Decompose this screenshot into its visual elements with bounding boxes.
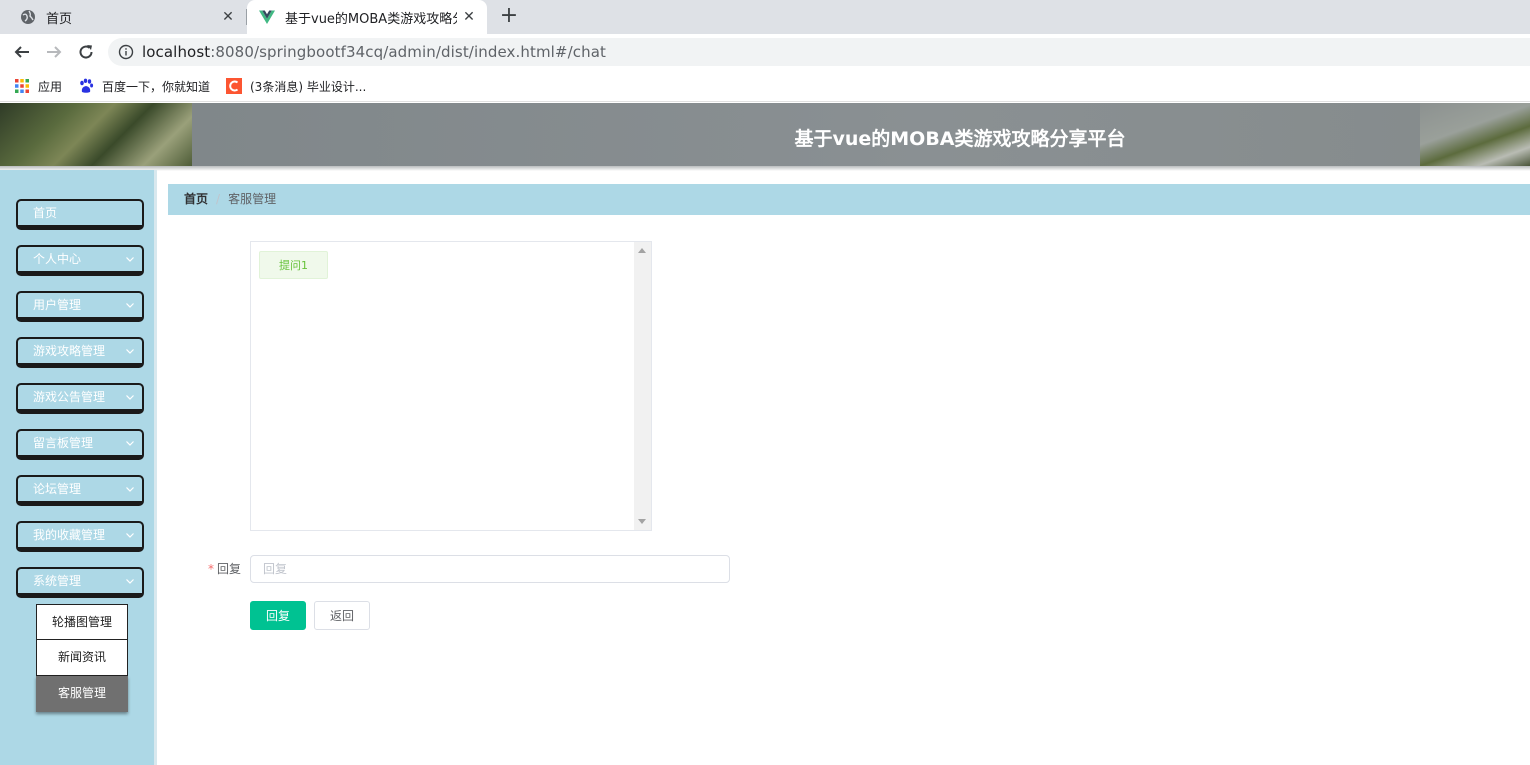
breadcrumb-current: 客服管理 bbox=[228, 192, 277, 206]
info-icon[interactable] bbox=[118, 44, 134, 60]
vue-logo-icon bbox=[259, 10, 275, 24]
forward-arrow-icon[interactable] bbox=[42, 40, 66, 64]
close-icon[interactable]: ✕ bbox=[220, 9, 236, 25]
scroll-up-arrow-icon[interactable] bbox=[638, 248, 646, 253]
chevron-down-icon bbox=[126, 349, 134, 354]
breadcrumb-home-link[interactable]: 首页 bbox=[184, 192, 208, 206]
bookmark-apps[interactable]: 应用 bbox=[14, 76, 62, 96]
bookmark-csdn[interactable]: (3条消息) 毕业设计... bbox=[226, 76, 366, 96]
scroll-down-arrow-icon[interactable] bbox=[638, 519, 646, 524]
browser-tab-bar: 首页 ✕ 基于vue的MOBA类游戏攻略分享平台 ✕ + bbox=[0, 0, 1530, 34]
chevron-down-icon bbox=[126, 533, 134, 538]
new-tab-plus-icon[interactable]: + bbox=[498, 5, 520, 28]
chevron-down-icon bbox=[126, 395, 134, 400]
omnibox[interactable]: localhost:8080/springbootf34cq/admin/dis… bbox=[108, 38, 1530, 66]
system-management-submenu: 轮播图管理 新闻资讯 客服管理 bbox=[36, 604, 128, 712]
back-button[interactable]: 返回 bbox=[314, 601, 370, 630]
required-mark: * bbox=[207, 562, 214, 576]
reply-label-text: 回复 bbox=[216, 562, 241, 576]
submenu-item-news[interactable]: 新闻资讯 bbox=[36, 640, 128, 676]
reload-icon[interactable] bbox=[74, 40, 98, 64]
sidebar-item-forum-management[interactable]: 论坛管理 bbox=[16, 475, 144, 506]
reply-input[interactable] bbox=[250, 555, 730, 583]
menu-label: 我的收藏管理 bbox=[33, 528, 106, 542]
bookmarks-bar: 应用 百度一下，你就知道 (3条消息) 毕业设计... bbox=[0, 70, 1530, 102]
back-arrow-icon[interactable] bbox=[10, 40, 34, 64]
chevron-down-icon bbox=[126, 487, 134, 492]
header-shadow bbox=[0, 166, 1530, 171]
reply-form-row: * 回复 bbox=[200, 555, 730, 583]
submenu-item-carousel-management[interactable]: 轮播图管理 bbox=[36, 604, 128, 640]
menu-label: 游戏公告管理 bbox=[33, 390, 106, 404]
sidebar-item-guide-management[interactable]: 游戏攻略管理 bbox=[16, 337, 144, 368]
baidu-paw-icon bbox=[80, 78, 94, 93]
menu-label: 系统管理 bbox=[33, 574, 82, 588]
apps-grid-icon bbox=[15, 79, 29, 93]
sidebar-item-system-management[interactable]: 系统管理 bbox=[16, 567, 144, 598]
sidebar-item-personal-center[interactable]: 个人中心 bbox=[16, 245, 144, 276]
app-header: 基于vue的MOBA类游戏攻略分享平台 bbox=[0, 103, 1530, 168]
chat-history-panel[interactable]: 提问1 bbox=[250, 241, 652, 531]
chat-scrollbar[interactable] bbox=[634, 242, 651, 530]
menu-label: 论坛管理 bbox=[33, 482, 82, 496]
chevron-down-icon bbox=[126, 579, 134, 584]
chevron-down-icon bbox=[126, 303, 134, 308]
chat-message-question: 提问1 bbox=[259, 251, 328, 279]
menu-label: 游戏攻略管理 bbox=[33, 344, 106, 358]
reply-submit-button[interactable]: 回复 bbox=[250, 601, 306, 630]
browser-tab-active[interactable]: 基于vue的MOBA类游戏攻略分享平台 ✕ bbox=[247, 0, 487, 34]
url-text: localhost:8080/springbootf34cq/admin/dis… bbox=[142, 43, 606, 61]
reply-label: * 回复 bbox=[200, 555, 241, 583]
sidebar-item-user-management[interactable]: 用户管理 bbox=[16, 291, 144, 322]
menu-label: 留言板管理 bbox=[33, 436, 94, 450]
bookmark-label: 百度一下，你就知道 bbox=[102, 79, 211, 94]
bookmark-baidu[interactable]: 百度一下，你就知道 bbox=[78, 76, 210, 96]
sidebar-item-favorites-management[interactable]: 我的收藏管理 bbox=[16, 521, 144, 552]
globe-icon bbox=[21, 10, 35, 24]
bookmark-label: (3条消息) 毕业设计... bbox=[250, 79, 367, 94]
address-bar-row: localhost:8080/springbootf34cq/admin/dis… bbox=[0, 34, 1530, 70]
tab-title: 首页 bbox=[46, 11, 73, 27]
menu-label: 个人中心 bbox=[33, 252, 82, 266]
menu-label: 用户管理 bbox=[33, 298, 82, 312]
sidebar-item-announcement-management[interactable]: 游戏公告管理 bbox=[16, 383, 144, 414]
breadcrumb: 首页 / 客服管理 bbox=[168, 184, 1530, 215]
menu-label: 首页 bbox=[33, 206, 58, 220]
tab-title: 基于vue的MOBA类游戏攻略分享平台 bbox=[285, 11, 457, 27]
csdn-c-icon bbox=[226, 78, 242, 94]
chevron-down-icon bbox=[126, 441, 134, 446]
close-icon[interactable]: ✕ bbox=[461, 9, 477, 25]
chevron-down-icon bbox=[126, 257, 134, 262]
breadcrumb-separator: / bbox=[216, 192, 221, 206]
sidebar-item-home[interactable]: 首页 bbox=[16, 199, 144, 230]
app-title: 基于vue的MOBA类游戏攻略分享平台 bbox=[794, 128, 1126, 150]
submenu-item-customer-service[interactable]: 客服管理 bbox=[36, 676, 128, 712]
browser-tab-home[interactable]: 首页 ✕ bbox=[0, 0, 246, 34]
sidebar-item-message-board-management[interactable]: 留言板管理 bbox=[16, 429, 144, 460]
bookmark-label: 应用 bbox=[38, 79, 63, 94]
